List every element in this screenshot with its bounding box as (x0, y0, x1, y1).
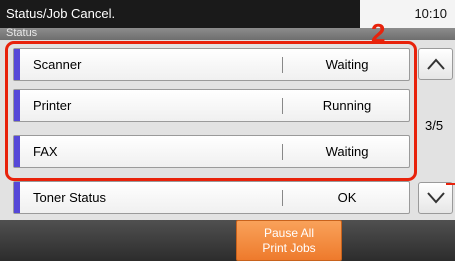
column-divider (282, 98, 283, 114)
chevron-down-icon (427, 192, 445, 204)
callout-marker: 2 (371, 18, 386, 48)
device-name: Toner Status (33, 190, 106, 205)
pause-all-print-jobs-button[interactable]: Pause All Print Jobs (236, 220, 342, 261)
callout-pointer-line (446, 183, 455, 185)
screen-title: Status/Job Cancel. (6, 6, 116, 21)
device-name: FAX (33, 144, 58, 159)
row-accent-tab (14, 90, 20, 121)
page-indicator: 3/5 (425, 118, 444, 133)
row-accent-tab (14, 136, 20, 167)
device-status: Waiting (325, 57, 369, 72)
scroll-down-button[interactable] (418, 182, 453, 214)
device-status: OK (337, 190, 357, 205)
device-status: Waiting (325, 144, 369, 159)
screen-subtitle: Status (6, 27, 38, 39)
row-accent-tab (14, 49, 20, 80)
device-name: Scanner (33, 57, 82, 72)
status-row-toner[interactable]: Toner Status OK (13, 181, 410, 214)
device-name: Printer (33, 98, 72, 113)
pause-button-label-line1: Pause All (263, 225, 315, 240)
status-row-scanner[interactable]: Scanner Waiting (13, 48, 410, 81)
status-row-fax[interactable]: FAX Waiting (13, 135, 410, 168)
row-accent-tab (14, 182, 20, 213)
pause-button-label-line2: Print Jobs (262, 240, 316, 255)
column-divider (282, 57, 283, 73)
column-divider (282, 144, 283, 160)
bottom-bar (0, 220, 455, 261)
device-status: Running (322, 98, 372, 113)
subtitle-bar: Status (0, 27, 455, 40)
clock-time: 10:10 (414, 6, 447, 21)
title-bar: Status/Job Cancel. (0, 0, 360, 28)
column-divider (282, 190, 283, 206)
scroll-up-button[interactable] (418, 48, 453, 80)
status-row-printer[interactable]: Printer Running (13, 89, 410, 122)
chevron-up-icon (427, 58, 445, 70)
